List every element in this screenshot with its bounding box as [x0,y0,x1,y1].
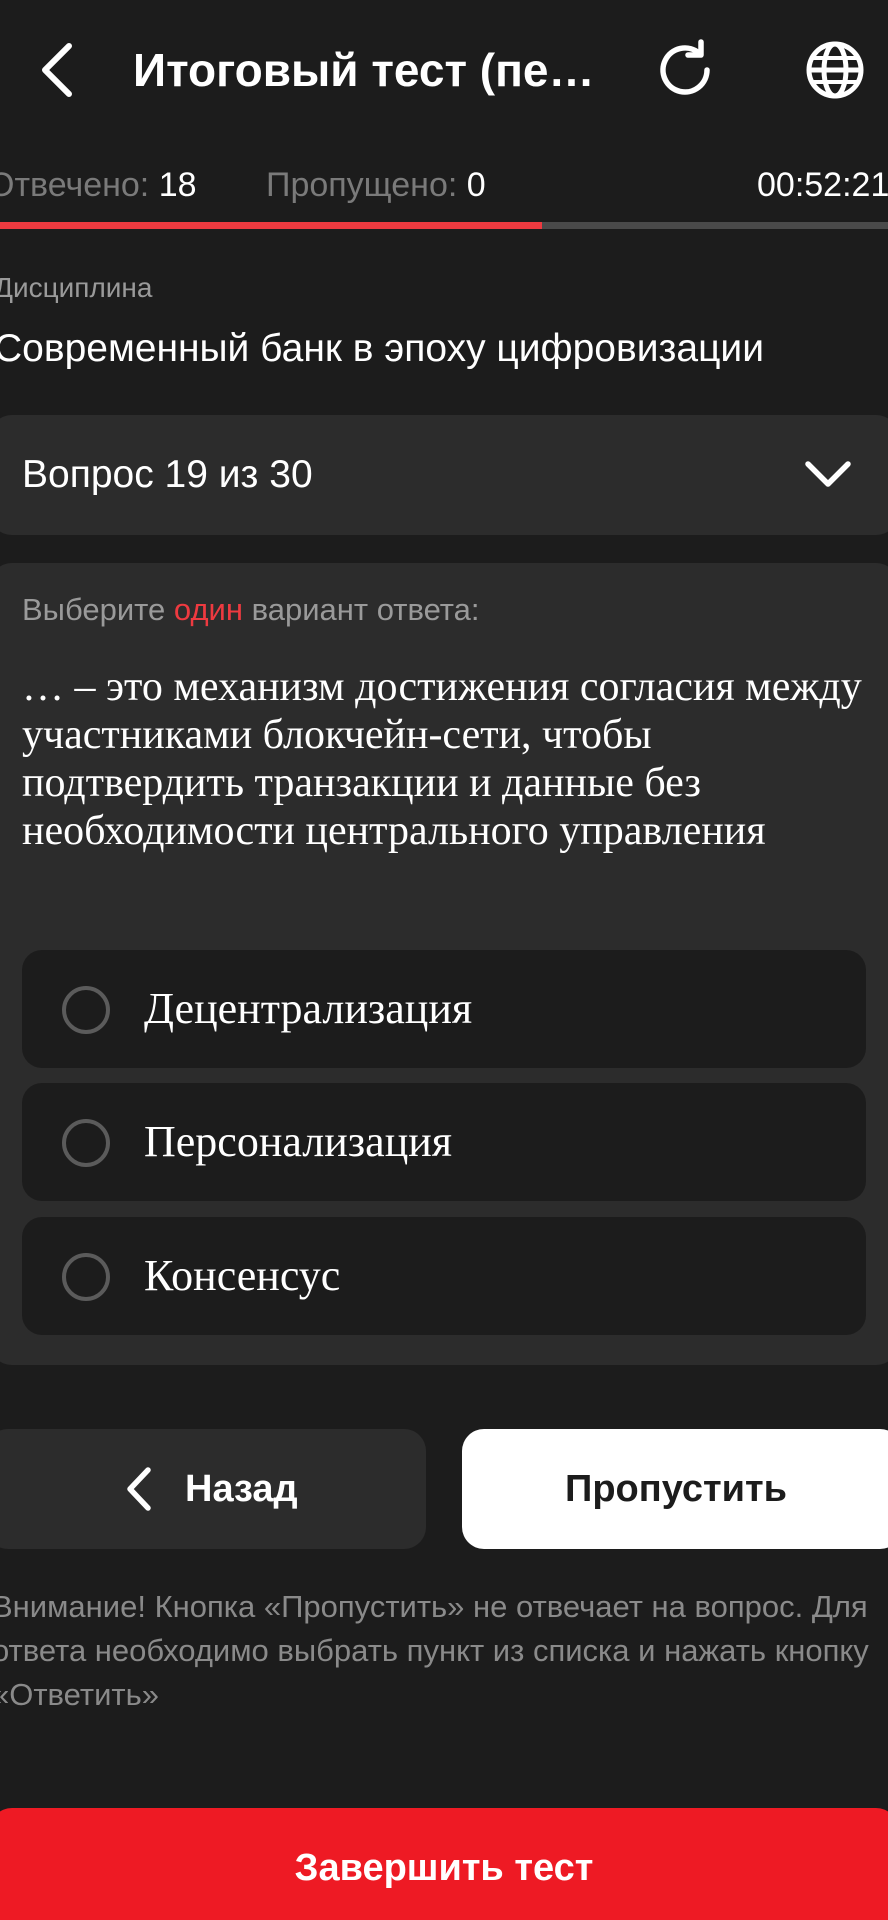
reload-button[interactable] [645,30,725,110]
answer-option-label: Децентрализация [144,984,473,1033]
chevron-left-icon [42,42,72,97]
question-number: Вопрос 19 из 30 [22,453,313,496]
chevron-down-icon [798,451,858,499]
skip-label: Пропустить [565,1468,787,1510]
question-text: … – это механизм достижения согласия меж… [22,664,862,854]
answer-option-label: Консенсус [144,1251,341,1300]
discipline-label: Дисциплина [0,272,153,303]
question-card: Выберите один вариант ответа: … – это ме… [0,563,888,1365]
radio-unchecked-icon [62,1119,110,1167]
skip-button[interactable]: Пропустить [462,1429,888,1549]
radio-unchecked-icon [62,1253,110,1301]
finish-test-label: Завершить тест [294,1847,594,1889]
answer-option-label: Персонализация [144,1117,453,1166]
progress-fill [0,222,542,229]
top-bar: Итоговый тест (пе… [0,0,888,140]
back-nav-label: Назад [185,1468,298,1510]
answered-counter: Отвечено: 18 [0,160,197,210]
answer-option[interactable]: Децентрализация [22,950,866,1068]
language-button[interactable] [795,30,875,110]
skipped-label: Пропущено: [266,166,458,204]
answer-hint: Выберите один вариант ответа: [22,588,480,632]
status-row: Отвечено: 18 Пропущено: 0 00:52:21 [0,160,888,210]
hint-suffix: вариант ответа: [251,592,480,627]
answered-label: Отвечено: [0,166,150,204]
answer-option[interactable]: Персонализация [22,1083,866,1201]
question-selector[interactable]: Вопрос 19 из 30 [0,415,888,535]
answer-option[interactable]: Консенсус [22,1217,866,1335]
skip-warning: Внимание! Кнопка «Пропустить» не отвечае… [0,1589,869,1712]
progress-bar [0,222,888,229]
back-button[interactable] [22,32,92,107]
hint-accent: один [173,592,243,627]
radio-unchecked-icon [62,986,110,1034]
discipline-name: Современный банк в эпоху цифровизации [0,327,764,370]
chevron-left-icon [127,1467,151,1511]
answered-value: 18 [158,166,197,204]
test-screen: Итоговый тест (пе… Отвечено: 18 Пропущен… [0,0,888,1920]
skipped-counter: Пропущено: 0 [266,160,486,210]
globe-icon [806,41,864,99]
reload-icon [660,39,710,95]
finish-test-button[interactable]: Завершить тест [0,1808,888,1920]
skipped-value: 0 [466,166,486,204]
timer: 00:52:21 [757,166,888,204]
back-nav-button[interactable]: Назад [0,1429,426,1549]
hint-prefix: Выберите [22,592,166,627]
page-title: Итоговый тест (пе… [133,44,595,96]
